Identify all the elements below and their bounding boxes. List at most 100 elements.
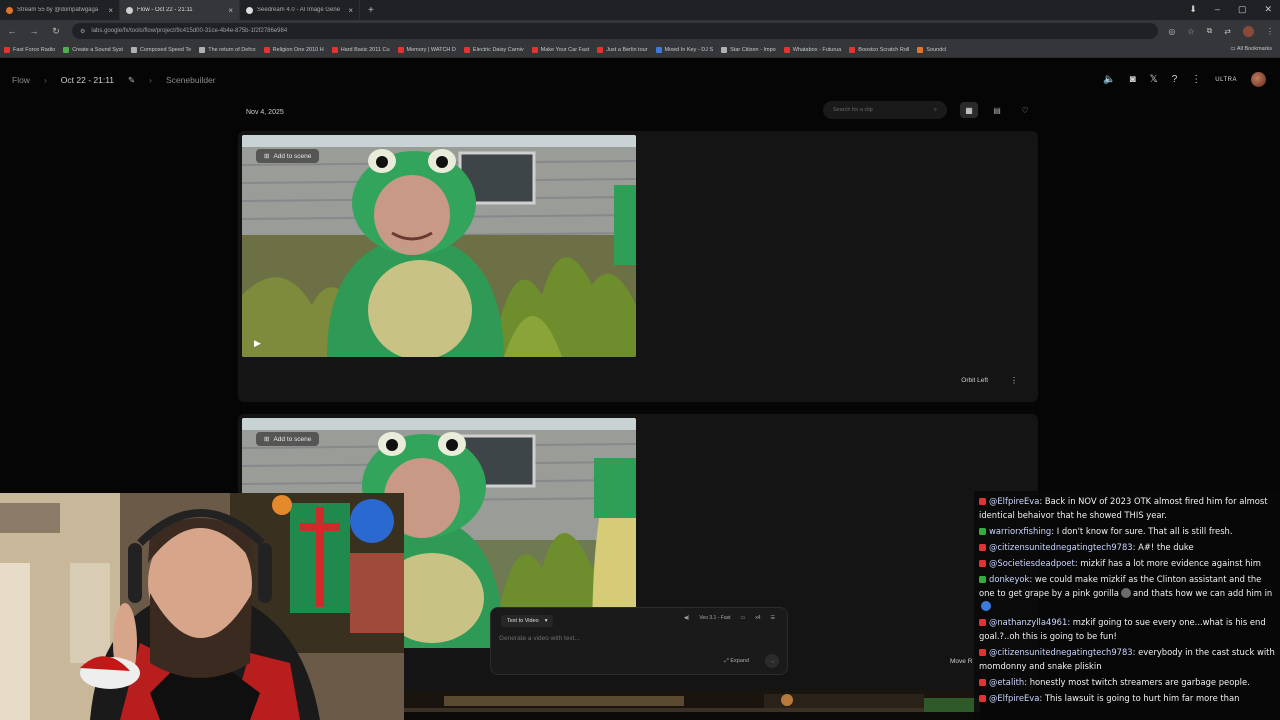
video-thumbnail[interactable]: ⊞ Add to scene ▶ bbox=[242, 135, 636, 357]
close-icon[interactable]: × bbox=[228, 6, 233, 15]
bookmark-favicon-icon bbox=[397, 46, 404, 53]
browser-tab-active[interactable]: Flow - Oct 22 - 21:11 × bbox=[120, 0, 240, 20]
model-label[interactable]: Veo 3.1 - Fast bbox=[699, 615, 730, 621]
bookmark-item[interactable]: Fast Force Radio bbox=[4, 46, 55, 53]
screen: Stream 55 by @dompatwgaga × Flow - Oct 2… bbox=[0, 0, 1280, 720]
chat-message: @ElfpireEva: Back in NOV of 2023 OTK alm… bbox=[979, 496, 1268, 520]
bookmark-item[interactable]: The return of Defco bbox=[199, 46, 256, 53]
bookmark-favicon-icon bbox=[463, 46, 470, 53]
bookmarks-bar: Fast Force Radio Create a Sound Syst Compo… bbox=[0, 42, 1280, 58]
chat-message: @ElfpireEva: This lawsuit is going to hu… bbox=[979, 692, 1276, 706]
discord-icon[interactable]: ◙ bbox=[1130, 74, 1136, 85]
chat-text: A#! the duke bbox=[1138, 541, 1194, 552]
chat-username: @citizensunitednegatingtech9783 bbox=[989, 647, 1133, 658]
browser-tab[interactable]: Seedream 4.0 - AI Image Gene × bbox=[240, 0, 360, 20]
chat-text: mizkif has a lot more evidence against h… bbox=[1080, 557, 1261, 568]
more-vert-icon[interactable]: ⋮ bbox=[1191, 74, 1201, 85]
bookmark-item[interactable]: Religion One 2010 H bbox=[263, 46, 324, 53]
tab-favicon-icon bbox=[126, 6, 133, 14]
aspect-ratio-icon[interactable]: ▭ bbox=[741, 615, 746, 621]
settings-sliders-icon[interactable]: ☰ bbox=[771, 615, 775, 621]
breadcrumb-project[interactable]: Oct 22 - 21:11 bbox=[61, 75, 114, 85]
chat-text: and thats how we can add him in bbox=[1132, 587, 1273, 598]
more-vert-icon[interactable]: ⋮ bbox=[1010, 376, 1018, 385]
chat-username: @ElfpireEva bbox=[989, 692, 1040, 703]
url-field[interactable]: ⚙ labs.google/fx/tools/flow/project/9c41… bbox=[72, 23, 1159, 39]
bookmark-label: Boostco Scratch Roll bbox=[858, 46, 910, 53]
bookmark-favicon-icon bbox=[849, 46, 856, 53]
bookmark-item[interactable]: Electric Daisy Carniv bbox=[463, 46, 524, 53]
bookmark-label: Create a Sound Syst bbox=[72, 46, 123, 53]
close-icon[interactable]: × bbox=[108, 6, 113, 15]
bookmark-item[interactable]: Boostco Scratch Roll bbox=[849, 46, 910, 53]
site-info-icon[interactable]: ⚙ bbox=[80, 28, 85, 35]
bookmark-favicon-icon bbox=[263, 46, 270, 53]
extensions-icon[interactable]: ⧉ bbox=[1207, 26, 1213, 36]
count-label[interactable]: x4 bbox=[755, 615, 760, 621]
breadcrumb-scenebuilder[interactable]: Scenebuilder bbox=[166, 75, 216, 85]
profile-avatar[interactable] bbox=[1243, 25, 1254, 37]
add-to-scene-label: Add to scene bbox=[273, 152, 312, 160]
game-overlay-strip bbox=[404, 690, 980, 720]
incognito-icon[interactable]: ◎ bbox=[1168, 27, 1175, 36]
help-icon[interactable]: ? bbox=[1172, 74, 1178, 85]
camera-motion-label: Orbit Left bbox=[961, 377, 988, 384]
all-bookmarks-link[interactable]: ▭ All Bookmarks bbox=[1230, 46, 1272, 52]
twitch-badge-icon bbox=[979, 527, 986, 535]
close-window-icon[interactable]: ✕ bbox=[1264, 4, 1272, 15]
favorites-heart-icon[interactable]: ♡ bbox=[1016, 102, 1034, 118]
add-to-scene-button[interactable]: ⊞ Add to scene bbox=[256, 149, 320, 163]
browser-tab[interactable]: Stream 55 by @dompatwgaga × bbox=[0, 0, 120, 20]
bookmark-item[interactable]: Memory | WATCH D bbox=[397, 46, 456, 53]
play-icon[interactable]: ▶ bbox=[254, 338, 261, 349]
bookmark-item[interactable]: Composed Speed Te bbox=[130, 46, 191, 53]
list-view-icon[interactable]: ▤ bbox=[988, 102, 1006, 118]
back-icon[interactable]: ← bbox=[6, 26, 18, 36]
tab-title: Stream 55 by @dompatwgaga bbox=[17, 7, 99, 13]
bookmark-label: Just a Berlin tour bbox=[606, 46, 648, 53]
expand-button[interactable]: ⤢ Expand bbox=[724, 658, 749, 665]
minimize-icon[interactable]: – bbox=[1215, 4, 1220, 15]
gorilla-emote-icon bbox=[1120, 587, 1131, 598]
send-arrow-icon[interactable]: → bbox=[765, 654, 779, 668]
bookmark-item[interactable]: Star Citizen - Impo bbox=[721, 46, 776, 53]
chat-username: @citizensunitednegatingtech9783 bbox=[989, 541, 1133, 552]
menu-icon[interactable]: ⋮ bbox=[1266, 27, 1274, 36]
chat-text: I don't know for sure. That all is still… bbox=[1056, 525, 1233, 536]
volume-icon[interactable]: 🔈 bbox=[1103, 74, 1115, 85]
bookmark-item[interactable]: Make Your Car Fast bbox=[531, 46, 589, 53]
maximize-icon[interactable]: ▢ bbox=[1238, 4, 1247, 15]
bookmark-item[interactable]: Create a Sound Syst bbox=[63, 46, 123, 53]
x-twitter-icon[interactable]: 𝕏 bbox=[1150, 74, 1158, 85]
webcam-overlay bbox=[0, 493, 404, 720]
close-icon[interactable]: × bbox=[348, 6, 353, 15]
bookmark-item[interactable]: Hard Basic 2011 Cu bbox=[331, 46, 390, 53]
chat-username: warriorxfishing bbox=[989, 525, 1052, 536]
bookmark-favicon-icon bbox=[597, 46, 604, 53]
bookmark-item[interactable]: Mixed In Key - DJ S bbox=[655, 46, 713, 53]
profile-switch-icon[interactable]: ⇄ bbox=[1224, 27, 1231, 36]
audio-icon[interactable]: ◀) bbox=[684, 615, 690, 621]
bookmark-item[interactable]: Whatabox - Futurua bbox=[783, 46, 841, 53]
add-to-scene-button[interactable]: ⊞ Add to scene bbox=[256, 432, 320, 446]
mode-select[interactable]: Text to Video ▾ bbox=[501, 615, 554, 627]
edit-pencil-icon[interactable]: ✎ bbox=[128, 75, 135, 86]
prompt-input[interactable]: Generate a video with text... bbox=[499, 635, 580, 642]
header-actions: 🔈 ◙ 𝕏 ? ⋮ ULTRA bbox=[1103, 72, 1266, 87]
breadcrumb-flow[interactable]: Flow bbox=[12, 75, 30, 85]
download-icon[interactable]: ⬇ bbox=[1189, 4, 1197, 15]
user-avatar[interactable] bbox=[1251, 72, 1266, 87]
bookmark-item[interactable]: Soundcl bbox=[917, 46, 946, 53]
clip-search-input[interactable]: Search for a clip ⌕ bbox=[823, 101, 947, 119]
grid-view-icon[interactable]: ▦ bbox=[960, 102, 978, 118]
star-icon[interactable]: ☆ bbox=[1187, 27, 1194, 36]
chevron-down-icon: ▾ bbox=[544, 618, 548, 624]
chevron-right-icon: › bbox=[43, 75, 47, 85]
reload-icon[interactable]: ↻ bbox=[50, 26, 62, 37]
bookmark-item[interactable]: Just a Berlin tour bbox=[597, 46, 648, 53]
youtube-badge-icon bbox=[979, 678, 986, 686]
new-tab-button[interactable]: + bbox=[360, 5, 382, 16]
camera-motion-label: Move R bbox=[950, 658, 973, 665]
forward-icon[interactable]: → bbox=[28, 26, 40, 36]
bookmark-favicon-icon bbox=[331, 46, 338, 53]
